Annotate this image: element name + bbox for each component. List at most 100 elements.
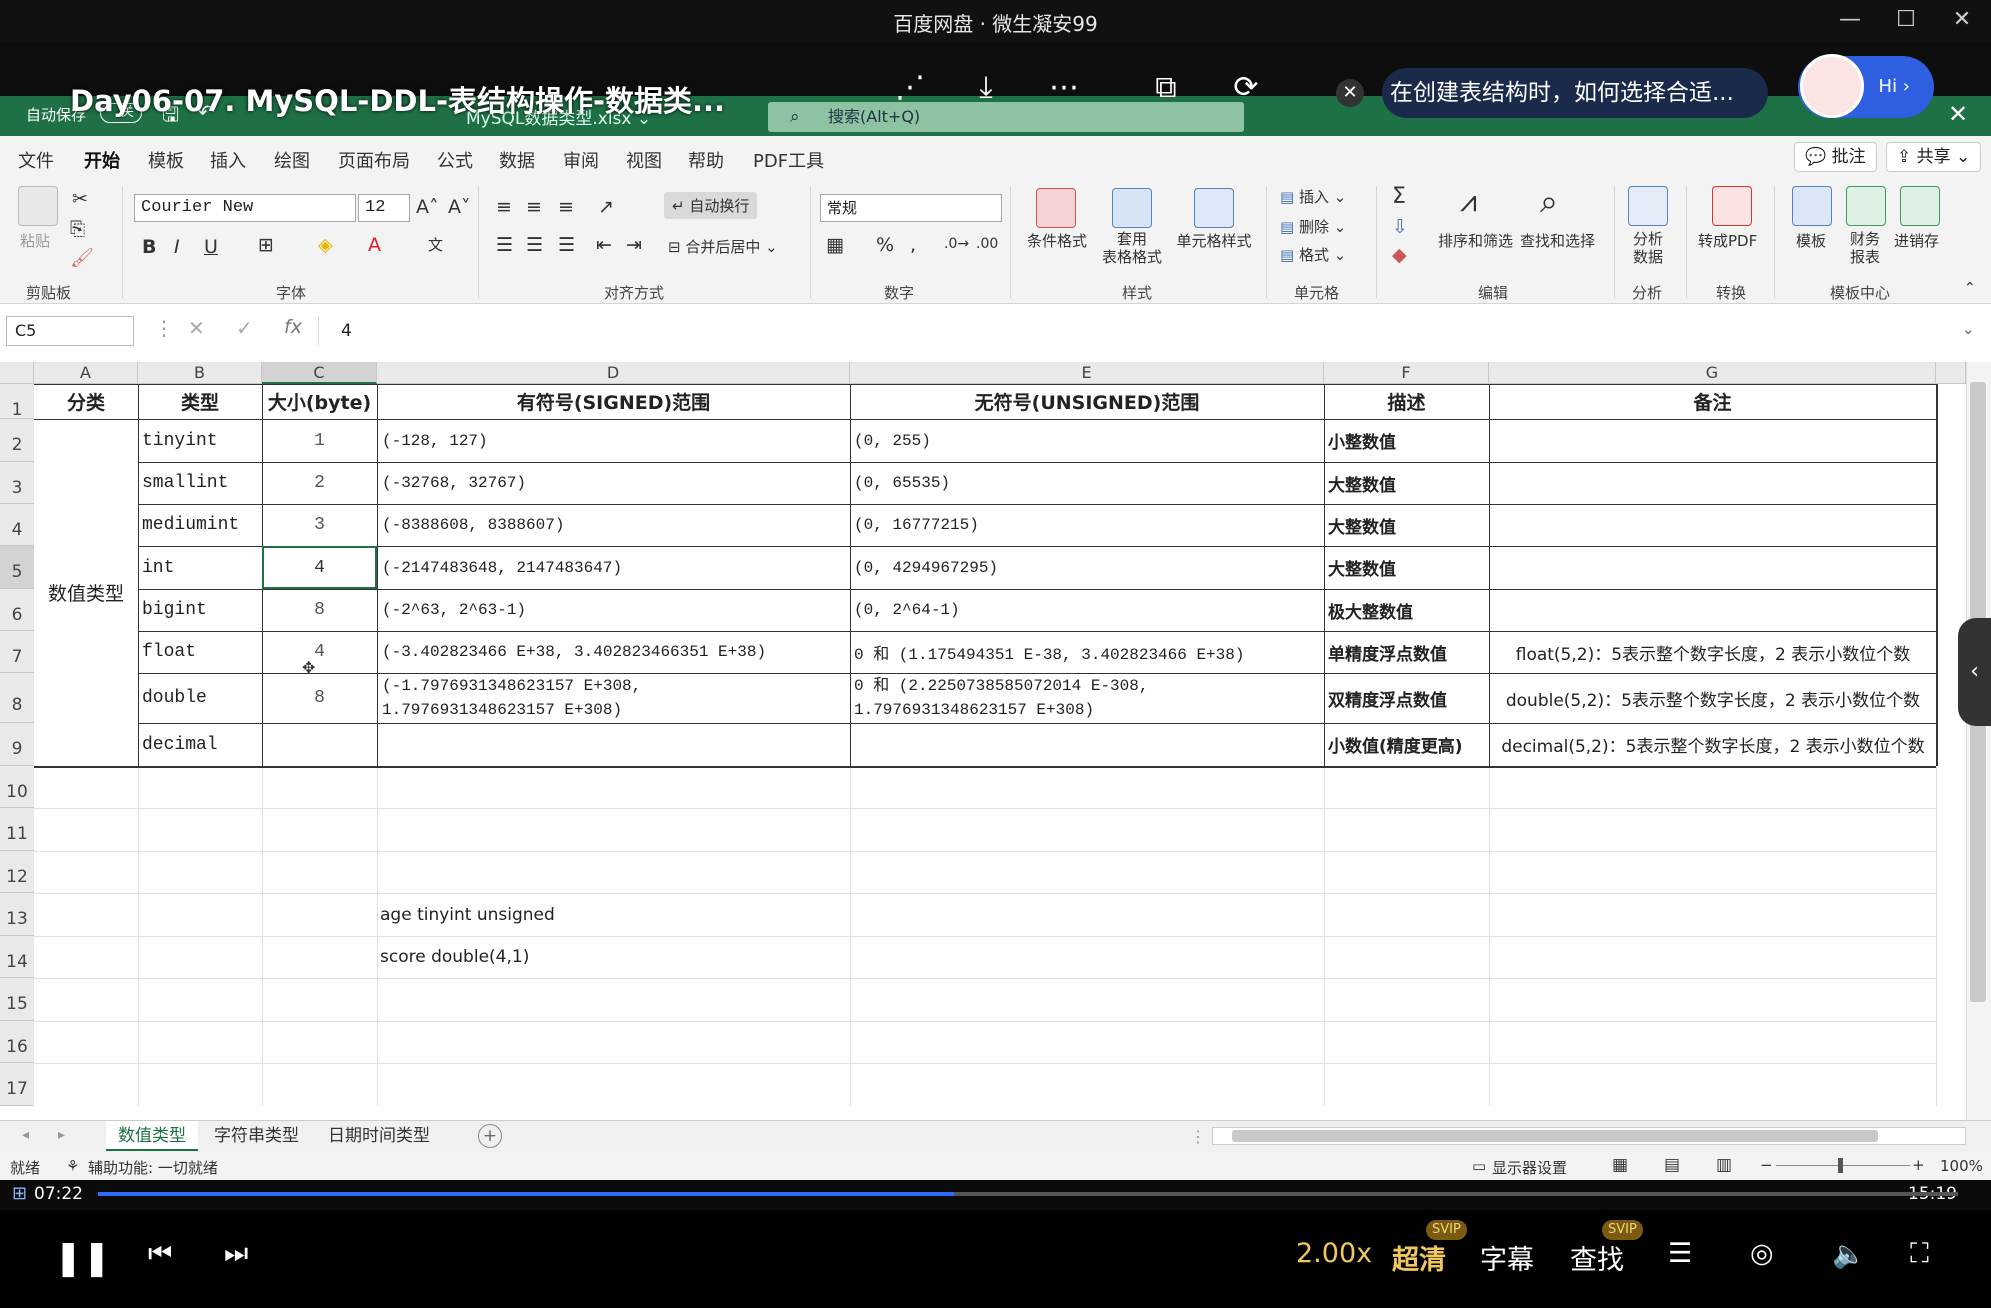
header-note[interactable]: 备注 xyxy=(1489,384,1936,419)
enter-icon[interactable]: ✓ xyxy=(236,316,253,340)
name-box[interactable]: C5 xyxy=(6,316,134,346)
search-input[interactable]: ⌕ 搜索(Alt+Q) xyxy=(768,102,1244,132)
type-cell[interactable]: mediumint xyxy=(142,504,260,546)
row-header[interactable]: 13 xyxy=(0,893,34,936)
select-all-corner[interactable] xyxy=(0,362,34,384)
share-button[interactable]: ⇪ 共享 ⌄ xyxy=(1886,142,1982,172)
border-icon[interactable]: ⊞ xyxy=(258,234,274,256)
signed-range-cell[interactable]: (-2147483648, 2147483647) xyxy=(382,546,848,589)
header-description[interactable]: 描述 xyxy=(1324,384,1489,419)
excel-close-icon[interactable]: ✕ xyxy=(1948,100,1968,128)
row-header[interactable]: 6 xyxy=(0,589,34,631)
header-unsigned-range[interactable]: 无符号(UNSIGNED)范围 xyxy=(850,384,1324,419)
row-header[interactable]: 9 xyxy=(0,723,34,766)
increase-decimal-icon[interactable]: .0→ xyxy=(944,236,969,252)
size-cell[interactable]: 3 xyxy=(262,504,377,546)
align-center-icon[interactable]: ☰ xyxy=(526,234,543,256)
percent-icon[interactable]: % xyxy=(876,234,894,256)
tab-draw[interactable]: 绘图 xyxy=(274,147,310,173)
description-cell[interactable]: 小数值(精度更高) xyxy=(1328,723,1488,766)
row-header[interactable]: 14 xyxy=(0,936,34,978)
signed-range-cell[interactable]: (-8388608, 8388607) xyxy=(382,504,848,546)
format-painter-icon[interactable]: 🖌 xyxy=(70,246,94,269)
phonetic-icon[interactable]: 文 xyxy=(428,234,443,255)
note-cell[interactable] xyxy=(1492,462,1934,504)
header-category[interactable]: 分类 xyxy=(34,384,138,419)
zoom-slider-thumb[interactable] xyxy=(1838,1158,1843,1173)
signed-range-cell[interactable]: (-2^63, 2^63-1) xyxy=(382,589,848,631)
unsigned-range-cell[interactable]: 0 和 (2.2250738585072014 E-308, 1.7976931… xyxy=(854,673,1322,723)
column-header-c[interactable]: C xyxy=(262,362,377,384)
zoom-slider[interactable] xyxy=(1776,1165,1910,1166)
decrease-decimal-icon[interactable]: .00 xyxy=(976,236,998,252)
maximize-icon[interactable]: ☐ xyxy=(1888,6,1924,34)
horizontal-scroll-thumb[interactable] xyxy=(1232,1130,1878,1142)
download-icon[interactable]: ⤓ xyxy=(966,70,1006,105)
type-cell[interactable]: tinyint xyxy=(142,419,260,462)
category-cell[interactable]: 数值类型 xyxy=(34,419,138,766)
cell-styles-icon[interactable] xyxy=(1194,188,1234,228)
row-header[interactable]: 2 xyxy=(0,419,34,462)
size-cell[interactable]: 8 xyxy=(262,589,377,631)
tab-insert[interactable]: 插入 xyxy=(210,147,246,173)
unsigned-range-cell[interactable]: 0 和 (1.175494351 E-38, 3.402823466 E+38) xyxy=(854,631,1322,673)
pip-icon[interactable]: ⧉ xyxy=(1146,70,1186,105)
row-header[interactable]: 15 xyxy=(0,978,34,1021)
row-header[interactable]: 11 xyxy=(0,808,34,851)
cell-d13[interactable]: age tinyint unsigned xyxy=(380,893,840,936)
tab-view[interactable]: 视图 xyxy=(626,147,662,173)
header-size[interactable]: 大小(byte) xyxy=(262,384,377,419)
align-top-icon[interactable]: ≡ xyxy=(496,196,512,218)
sort-filter-icon[interactable]: ⩘ xyxy=(1460,184,1477,219)
row-header[interactable]: 12 xyxy=(0,851,34,893)
column-header-d[interactable]: D xyxy=(377,362,850,384)
tab-help[interactable]: 帮助 xyxy=(688,147,724,173)
wrap-text-button[interactable]: ↵ 自动换行 xyxy=(664,192,758,219)
orientation-icon[interactable]: ↗ xyxy=(598,196,614,218)
ai-close-icon[interactable]: ✕ xyxy=(1336,79,1364,107)
ai-avatar[interactable] xyxy=(1800,54,1864,118)
align-right-icon[interactable]: ☰ xyxy=(558,234,575,256)
currency-icon[interactable]: ▦ xyxy=(826,234,844,256)
find-select-label[interactable]: 查找和选择 xyxy=(1520,230,1595,251)
merge-center-button[interactable]: ⊟ 合并后居中 ⌄ xyxy=(668,236,778,257)
column-header-g[interactable]: G xyxy=(1489,362,1936,384)
font-size-select[interactable]: 12 xyxy=(358,194,410,222)
page-break-view-icon[interactable]: ▥ xyxy=(1716,1155,1732,1175)
type-cell[interactable]: decimal xyxy=(142,723,260,766)
subtitles-button[interactable]: 字幕 xyxy=(1480,1238,1534,1277)
normal-view-icon[interactable]: ▦ xyxy=(1612,1155,1628,1175)
tab-template[interactable]: 模板 xyxy=(148,147,184,173)
share-icon[interactable]: ⋰ xyxy=(890,70,930,105)
sheet-tab-datetime[interactable]: 日期时间类型 xyxy=(316,1121,442,1151)
row-header[interactable]: 10 xyxy=(0,766,34,808)
tab-data[interactable]: 数据 xyxy=(499,147,535,173)
pause-icon[interactable]: ❚❚ xyxy=(54,1238,111,1278)
size-cell[interactable]: 1 xyxy=(262,419,377,462)
copy-icon[interactable]: ⎘ xyxy=(70,218,85,240)
next-sheet-icon[interactable]: ▸ xyxy=(58,1127,65,1143)
more-options-icon[interactable]: ⋮ xyxy=(154,316,174,340)
column-header-e[interactable]: E xyxy=(850,362,1324,384)
fill-icon[interactable]: ⇩ xyxy=(1392,216,1408,238)
shrink-font-icon[interactable]: A˅ xyxy=(448,196,471,218)
type-cell[interactable]: smallint xyxy=(142,462,260,504)
display-settings[interactable]: 显示器设置 xyxy=(1492,1157,1567,1178)
selected-cell-c5[interactable]: 4 xyxy=(262,546,377,589)
previous-icon[interactable]: ⏮ xyxy=(148,1238,172,1270)
unsigned-range-cell[interactable]: (0, 4294967295) xyxy=(854,546,1322,589)
minimize-icon[interactable]: — xyxy=(1832,6,1868,34)
description-cell[interactable]: 大整数值 xyxy=(1328,504,1488,546)
autosum-icon[interactable]: Σ xyxy=(1392,184,1406,209)
close-icon[interactable]: ✕ xyxy=(1944,6,1980,34)
zoom-out-icon[interactable]: − xyxy=(1760,1156,1773,1174)
fill-color-icon[interactable]: ◈ xyxy=(318,234,333,256)
signed-range-cell[interactable]: (-128, 127) xyxy=(382,419,848,462)
align-middle-icon[interactable]: ≡ xyxy=(526,196,542,218)
expand-formula-icon[interactable]: ⌄ xyxy=(1962,320,1975,338)
analyze-data-icon[interactable] xyxy=(1628,186,1668,226)
prev-sheet-icon[interactable]: ◂ xyxy=(22,1127,29,1143)
playback-speed[interactable]: 2.00x xyxy=(1296,1238,1372,1269)
align-left-icon[interactable]: ☰ xyxy=(496,234,513,256)
insert-function-icon[interactable]: fx xyxy=(284,316,302,338)
